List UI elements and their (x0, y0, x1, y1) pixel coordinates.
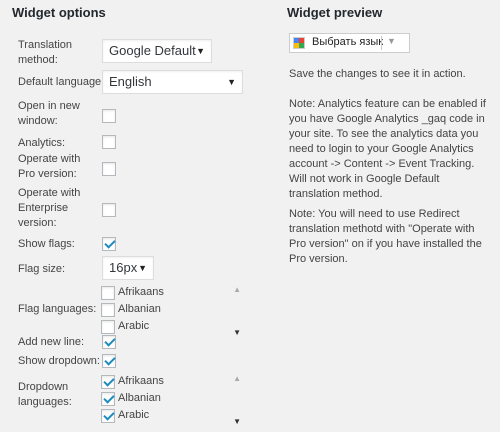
flag-size-select[interactable]: 16px ▼ (102, 256, 154, 280)
default-language-value: English (109, 74, 152, 89)
add-new-line-checkbox[interactable] (102, 335, 116, 349)
chevron-down-icon: ▼ (138, 263, 147, 273)
widget-options-heading: Widget options (12, 5, 106, 20)
divider (381, 36, 382, 50)
open-new-window-checkbox[interactable] (102, 109, 116, 123)
flag-languages-label: Flag languages: (18, 303, 97, 315)
dropdown-language-checkbox[interactable] (101, 375, 115, 389)
chevron-down-icon: ▼ (196, 46, 205, 56)
save-note: Save the changes to see it in action. (289, 68, 466, 80)
translate-label: Выбрать язык (312, 36, 384, 48)
list-item[interactable]: Afrikaans (101, 285, 241, 302)
analytics-checkbox[interactable] (102, 135, 116, 149)
flag-languages-list[interactable]: Afrikaans Albanian Arabic ▲ ▼ (101, 285, 241, 339)
flag-size-label: Flag size: (18, 263, 66, 275)
list-item[interactable]: Albanian (101, 302, 241, 319)
translation-method-value: Google Default (109, 43, 196, 58)
analytics-note: Note: Analytics feature can be enabled i… (289, 98, 486, 200)
translation-method-select[interactable]: Google Default ▼ (102, 39, 212, 63)
operate-enterprise-checkbox[interactable] (102, 203, 116, 217)
dropdown-languages-list[interactable]: Afrikaans Albanian Arabic ▲ ▼ (101, 374, 241, 428)
add-new-line-label: Add new line: (18, 336, 85, 348)
language-name: Albanian (118, 392, 161, 404)
dropdown-language-checkbox[interactable] (101, 409, 115, 423)
scroll-up-icon[interactable]: ▲ (233, 285, 241, 294)
list-item[interactable]: Arabic (101, 408, 241, 425)
google-translate-icon (293, 37, 305, 49)
show-flags-label: Show flags: (18, 238, 75, 250)
list-item[interactable]: Afrikaans (101, 374, 241, 391)
operate-enterprise-label: Operate with Enterprise version: (18, 187, 81, 229)
show-flags-checkbox[interactable] (102, 237, 116, 251)
list-item[interactable]: Arabic (101, 319, 241, 336)
default-language-select[interactable]: English ▼ (102, 70, 243, 94)
widget-preview-heading: Widget preview (287, 5, 383, 20)
chevron-down-icon: ▼ (387, 36, 396, 46)
translation-method-label: Translation method: (18, 39, 73, 66)
show-dropdown-checkbox[interactable] (102, 354, 116, 368)
language-name: Afrikaans (118, 286, 164, 298)
flag-size-value: 16px (109, 260, 138, 275)
list-item[interactable]: Albanian (101, 391, 241, 408)
language-name: Arabic (118, 320, 150, 332)
scroll-up-icon[interactable]: ▲ (233, 374, 241, 383)
scroll-down-icon[interactable]: ▼ (233, 328, 241, 337)
dropdown-language-checkbox[interactable] (101, 392, 115, 406)
language-name: Arabic (118, 409, 150, 421)
flag-language-checkbox[interactable] (101, 286, 115, 300)
translate-dropdown[interactable]: Выбрать язык ▼ (289, 33, 410, 53)
operate-pro-checkbox[interactable] (102, 162, 116, 176)
flag-language-checkbox[interactable] (101, 303, 115, 317)
open-new-window-label: Open in new window: (18, 100, 80, 127)
scroll-down-icon[interactable]: ▼ (233, 417, 241, 426)
dropdown-languages-label: Dropdown languages: (18, 381, 72, 408)
chevron-down-icon: ▼ (227, 77, 236, 87)
default-language-label: Default language: (18, 76, 105, 88)
language-name: Afrikaans (118, 375, 164, 387)
show-dropdown-label: Show dropdown: (18, 355, 100, 367)
language-name: Albanian (118, 303, 161, 315)
pro-version-note: Note: You will need to use Redirect tran… (289, 208, 482, 265)
flag-language-checkbox[interactable] (101, 320, 115, 334)
analytics-label: Analytics: (18, 137, 66, 149)
operate-pro-label: Operate with Pro version: (18, 153, 81, 180)
